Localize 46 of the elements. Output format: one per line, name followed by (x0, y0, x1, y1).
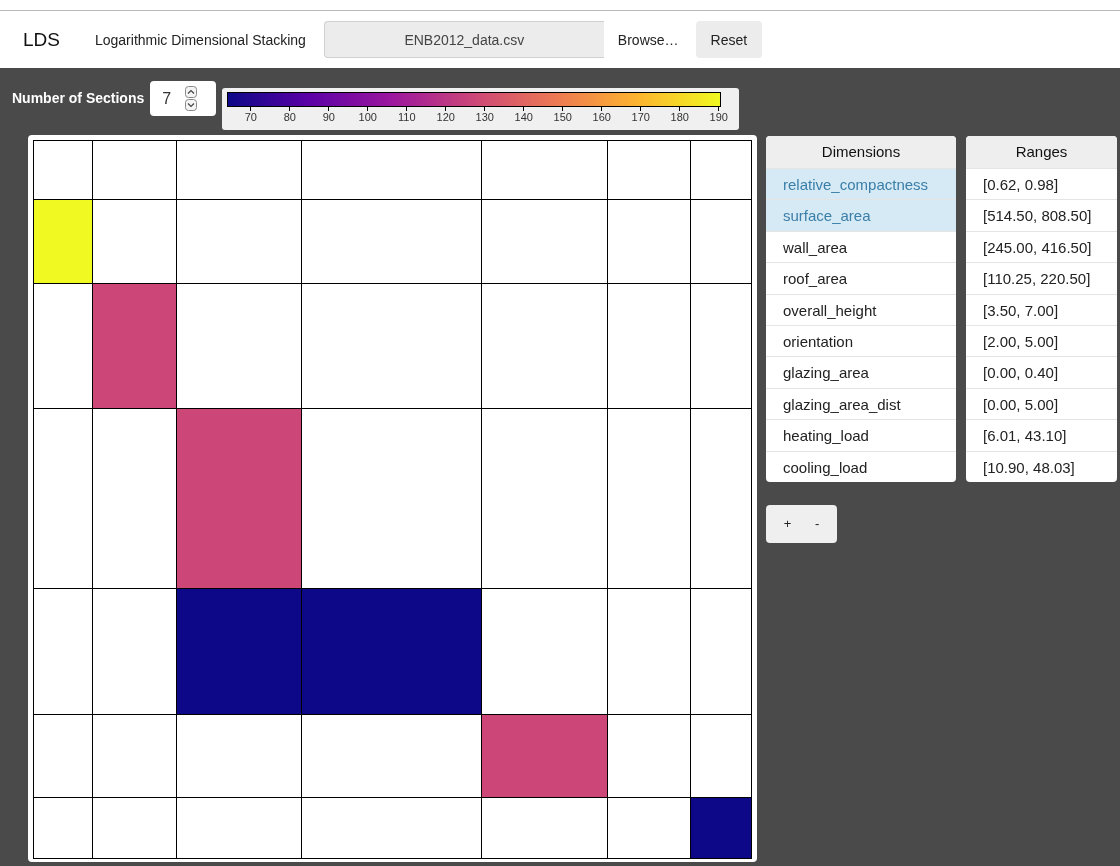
dimension-item[interactable]: cooling_load (766, 450, 956, 482)
dimension-item[interactable]: orientation (766, 324, 956, 357)
table-cell: [110.25, 220.50] (966, 262, 1117, 294)
table-cell: [10.90, 48.03] (966, 450, 1117, 482)
table-cell: [3.50, 7.00] (966, 293, 1117, 325)
table-cell: [0.00, 5.00] (966, 387, 1117, 420)
zoom-button[interactable]: + (777, 512, 798, 536)
browse-link[interactable]: Browse… (617, 31, 679, 48)
table-cell: [2.00, 5.00] (966, 324, 1117, 357)
scale-tick-label: 180 (670, 111, 689, 123)
zoom-button[interactable]: - (808, 512, 826, 536)
scale-tick-label: 150 (553, 111, 572, 123)
table-cell: [6.01, 43.10] (966, 419, 1117, 451)
scale-tick-label: 70 (244, 111, 257, 123)
dimension-item[interactable]: wall_area (766, 230, 956, 263)
sections-label: Number of Sections (12, 90, 145, 106)
file-field[interactable]: ENB2012_data.csv (323, 21, 604, 58)
dimension-item[interactable]: heating_load (766, 419, 956, 451)
down-arrow-icon[interactable] (185, 99, 198, 111)
sections-spinner[interactable]: 7 (150, 81, 217, 116)
scale-tick-label: 170 (631, 111, 650, 123)
scale-tick-label: 80 (283, 111, 296, 123)
scale-tick-label: 90 (322, 111, 335, 123)
dimension-item[interactable]: overall_height (766, 293, 956, 325)
scale-tick-label: 100 (358, 111, 377, 123)
dimension-item[interactable]: glazing_area_dist (766, 387, 956, 420)
scale-tick-label: 120 (436, 111, 455, 123)
app-title: Logarithmic Dimensional Stacking (94, 31, 306, 48)
scale-tick-label: 190 (709, 111, 728, 123)
dimension-item[interactable]: relative_compactness (766, 168, 956, 200)
table-cell: [514.50, 808.50] (966, 199, 1117, 231)
scale-tick-label: 140 (514, 111, 533, 123)
reset-button[interactable]: Reset (695, 21, 763, 58)
app-logo: LDS (23, 28, 60, 51)
table-cell: [245.00, 416.50] (966, 230, 1117, 263)
dimension-item[interactable]: surface_area (766, 199, 956, 231)
table-header: Dimensions (766, 136, 956, 168)
dimension-item[interactable]: glazing_area (766, 356, 956, 388)
table-cell: [0.62, 0.98] (966, 168, 1117, 200)
scale-tick-label: 160 (592, 111, 611, 123)
dimension-item[interactable]: roof_area (766, 262, 956, 294)
scale-tick-label: 110 (397, 111, 416, 123)
table-cell: [0.00, 0.40] (966, 356, 1117, 388)
up-arrow-icon[interactable] (185, 86, 198, 98)
table-header: Ranges (966, 136, 1117, 168)
scale-tick-label: 130 (475, 111, 494, 123)
